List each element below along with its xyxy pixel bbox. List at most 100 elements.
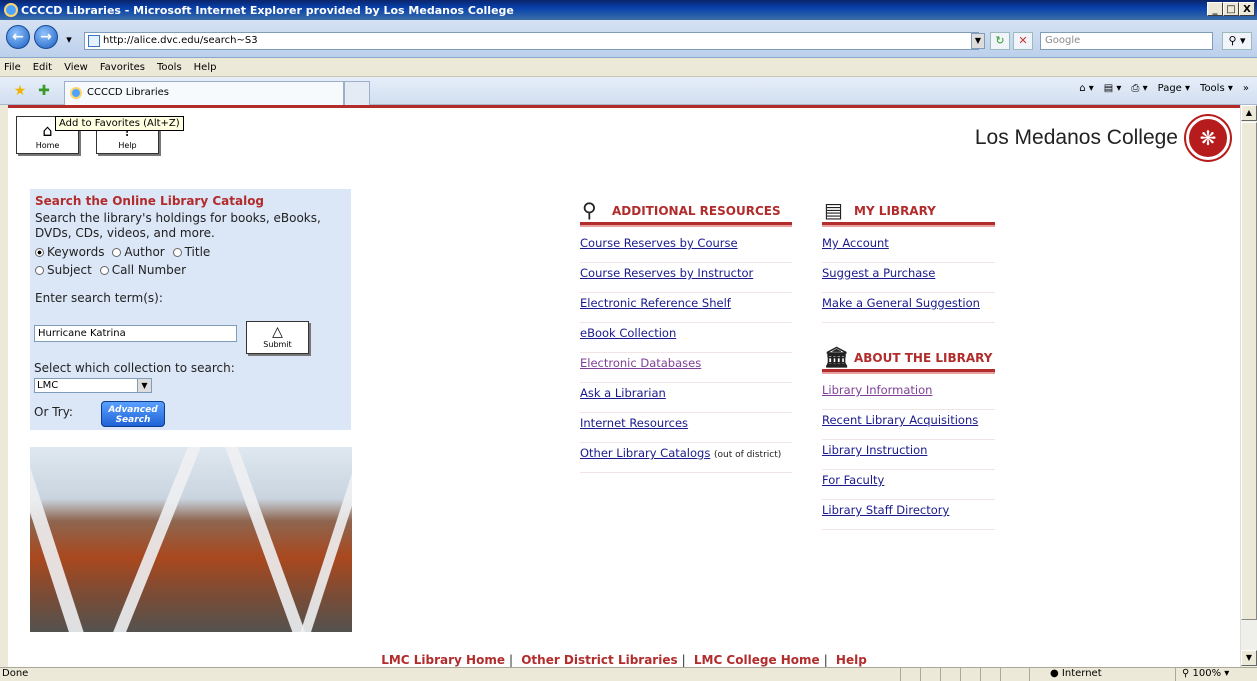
footer-lmc-college-home[interactable]: LMC College Home [694,653,820,667]
my-library-column: ▤ MY LIBRARY My Account Suggest a Purchas… [822,196,995,530]
footer-lmc-library-home[interactable]: LMC Library Home [381,653,505,667]
college-logo[interactable]: Los Medanos College ❋ [975,116,1230,160]
scroll-up-icon[interactable]: ▲ [1241,105,1257,121]
link-other-library-catalogs[interactable]: Other Library Catalogs (out of district) [580,443,792,473]
link-electronic-databases[interactable]: Electronic Databases [580,353,792,383]
search-term-input[interactable]: Hurricane Katrina [34,325,237,342]
radio-keywords-label: Keywords [47,245,105,259]
out-of-district-note: (out of district) [714,450,782,460]
logo-text: Los Medanos College [974,126,1178,149]
page-icon [88,35,100,47]
search-type-radios: Keywords Author Title Subject Call Numbe… [35,245,346,277]
zoom-control[interactable]: ⚲ 100% ▾ [1175,668,1255,681]
page-menu[interactable]: Page ▾ [1158,83,1190,94]
back-button[interactable]: ← [6,25,30,49]
link-library-information[interactable]: Library Information [822,380,995,410]
advanced-search-button[interactable]: Advanced Search [101,401,165,427]
advanced-label-1: Advanced [108,405,158,415]
link-staff-directory[interactable]: Library Staff Directory [822,500,995,530]
vertical-scrollbar[interactable]: ▲ ▼ [1240,105,1257,667]
divider [822,369,995,374]
title-bar: CCCCD Libraries - Microsoft Internet Exp… [0,0,1257,20]
menu-help[interactable]: Help [194,62,217,73]
security-zone[interactable]: ● Internet [1029,668,1171,681]
link-ask-a-librarian[interactable]: Ask a Librarian [580,383,792,413]
new-tab-button[interactable] [344,81,370,105]
page-viewport: ⌂ Home ? Help Add to Favorites (Alt+Z) L… [8,105,1240,667]
browser-window: CCCCD Libraries - Microsoft Internet Exp… [0,0,1257,681]
menu-view[interactable]: View [64,62,88,73]
footer-help[interactable]: Help [836,653,867,667]
submit-button[interactable]: △ Submit [246,321,309,354]
search-button[interactable]: ⚲ ▾ [1222,32,1252,50]
radio-author[interactable]: Author [112,245,165,259]
link-my-account[interactable]: My Account [822,233,995,263]
link-general-suggestion[interactable]: Make a General Suggestion [822,293,995,323]
college-seal-icon: ❋ [1186,116,1230,160]
address-field[interactable]: http://alice.dvc.edu/search~S3 [84,32,979,50]
collection-select[interactable]: LMC ▼ [34,378,152,393]
home-icon[interactable]: ⌂ ▾ [1079,83,1094,94]
tab-cccd-libraries[interactable]: CCCCD Libraries [64,81,344,105]
footer-links: LMC Library Home | Other District Librari… [8,653,1240,667]
additional-resources-title: ADDITIONAL RESOURCES [612,204,781,218]
search-heading: Search the Online Library Catalog [35,194,265,208]
status-cell [940,668,958,681]
link-electronic-reference-shelf[interactable]: Electronic Reference Shelf [580,293,792,323]
scroll-thumb[interactable] [1241,122,1257,620]
footer-other-district-libraries[interactable]: Other District Libraries [521,653,677,667]
refresh-button[interactable]: ↻ [990,32,1010,50]
menu-favorites[interactable]: Favorites [100,62,145,73]
chevron-right-icon[interactable]: » [1243,83,1249,94]
additional-resources-heading: ⚲ ADDITIONAL RESOURCES [580,196,792,222]
divider [580,222,792,227]
chevron-down-icon: ▼ [137,379,151,392]
submit-label: Submit [263,340,292,349]
menu-file[interactable]: File [4,62,21,73]
command-bar: ⌂ ▾ ▤ ▾ ⎙ ▾ Page ▾ Tools ▾ » [1079,83,1249,94]
menu-bar: File Edit View Favorites Tools Help [0,58,1257,77]
link-suggest-purchase[interactable]: Suggest a Purchase [822,263,995,293]
link-course-reserves-instructor[interactable]: Course Reserves by Instructor [580,263,792,293]
radio-call-number-indicator [99,266,109,275]
zoom-icon: ⚲ [1182,668,1190,679]
catalog-search-panel: Search the Online Library Catalog Search… [30,189,351,430]
link-course-reserves-course[interactable]: Course Reserves by Course [580,233,792,263]
favorites-star-icon[interactable]: ★ [12,83,28,99]
home-button-label: Home [35,141,60,150]
about-library-heading: 🏛 ABOUT THE LIBRARY [822,343,995,369]
address-toolbar: ← → ▾ http://alice.dvc.edu/search~S3 ▼ ↻… [0,20,1257,58]
or-try-label: Or Try: [34,405,73,419]
history-dropdown-icon[interactable]: ▾ [62,32,76,50]
forward-button[interactable]: → [34,25,58,49]
photo-beam [30,447,87,632]
menu-edit[interactable]: Edit [33,62,52,73]
photo-beam [111,447,201,632]
divider [822,222,995,227]
maximize-button[interactable]: □ [1223,2,1239,16]
menu-tools[interactable]: Tools [157,62,182,73]
collection-label: Select which collection to search: [34,361,235,375]
add-favorites-icon[interactable]: ✚ [36,83,52,99]
feeds-icon[interactable]: ▤ ▾ [1104,83,1122,94]
link-ebook-collection[interactable]: eBook Collection [580,323,792,353]
link-library-instruction[interactable]: Library Instruction [822,440,995,470]
stop-button[interactable]: ✕ [1013,32,1033,50]
radio-author-label: Author [124,245,165,259]
radio-title[interactable]: Title [172,245,210,259]
radio-call-number[interactable]: Call Number [99,263,186,277]
link-recent-acquisitions[interactable]: Recent Library Acquisitions [822,410,995,440]
address-dropdown-icon[interactable]: ▼ [971,33,985,49]
print-icon[interactable]: ⎙ ▾ [1131,83,1147,94]
minimize-button[interactable]: _ [1207,2,1223,16]
radio-keywords[interactable]: Keywords [35,245,105,259]
tab-ie-icon [70,87,82,99]
radio-subject[interactable]: Subject [35,263,92,277]
search-input[interactable]: Google [1040,32,1213,50]
link-internet-resources[interactable]: Internet Resources [580,413,792,443]
tools-menu[interactable]: Tools ▾ [1200,83,1233,94]
close-button[interactable]: X [1239,2,1255,16]
status-cell [920,668,938,681]
link-for-faculty[interactable]: For Faculty [822,470,995,500]
scroll-down-icon[interactable]: ▼ [1241,650,1257,666]
